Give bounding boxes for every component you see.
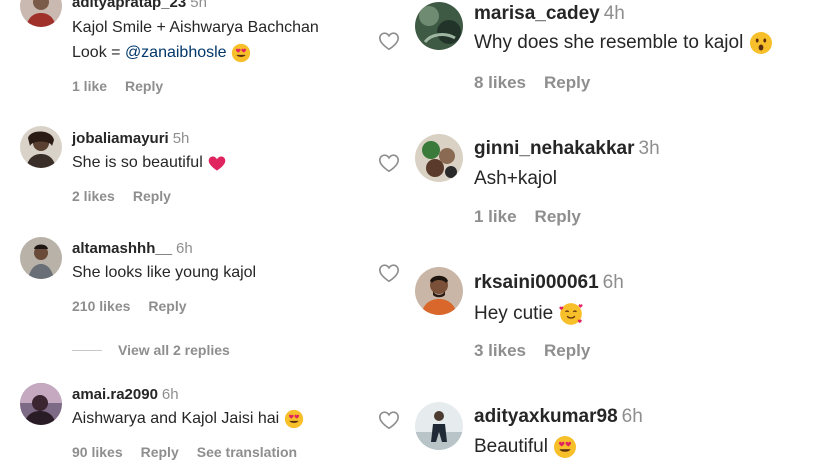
comment-header: adityapratap_23 5h — [72, 0, 207, 11]
comment-text-body: Aishwarya and Kajol Jaisi hai — [72, 410, 280, 428]
comment-text-body: She is so beautiful — [72, 154, 203, 172]
username[interactable]: amai.ra2090 — [72, 386, 158, 403]
view-replies-label[interactable]: View all 2 replies — [118, 342, 230, 358]
comment-meta: 1 like Reply — [474, 207, 599, 227]
avatar[interactable] — [20, 383, 62, 425]
timestamp[interactable]: 5h — [190, 0, 207, 11]
comment-header: amai.ra2090 6h — [72, 386, 179, 403]
heart-outline-icon[interactable] — [377, 30, 401, 52]
heart-eyes-emoji-icon — [284, 409, 304, 429]
reply-button[interactable]: Reply — [125, 78, 163, 94]
comment-meta: 2 likes Reply — [72, 188, 189, 204]
avatar[interactable] — [415, 2, 463, 50]
replies-divider — [72, 349, 102, 351]
mention-link[interactable]: @zanaibhosle — [125, 44, 227, 61]
timestamp[interactable]: 3h — [639, 138, 660, 159]
timestamp[interactable]: 6h — [162, 386, 179, 403]
avatar[interactable] — [415, 267, 463, 315]
avatar[interactable] — [20, 237, 62, 279]
username[interactable]: altamashhh__ — [72, 240, 172, 257]
comment-meta: 3 likes Reply — [474, 341, 608, 361]
astonished-emoji-icon — [749, 31, 773, 55]
avatar[interactable] — [415, 402, 463, 450]
like-count[interactable]: 2 likes — [72, 188, 115, 204]
see-translation-button[interactable]: See translation — [197, 444, 297, 460]
comment-header: adityaxkumar98 6h — [474, 406, 643, 428]
username[interactable]: rksaini000061 — [474, 272, 599, 293]
username[interactable]: adityaxkumar98 — [474, 406, 618, 427]
comment-text: Beautiful — [474, 435, 577, 459]
heart-eyes-emoji-icon — [553, 435, 577, 459]
comment-header: jobaliamayuri 5h — [72, 130, 189, 147]
like-count[interactable]: 90 likes — [72, 444, 123, 460]
comment-text-line2: Look = @zanaibhosle — [72, 43, 251, 63]
view-replies-button[interactable]: View all 2 replies — [72, 342, 230, 358]
comment-text-body: Beautiful — [474, 436, 548, 458]
comment-meta: 8 likes Reply — [474, 73, 608, 93]
comment-meta: 1 like Reply — [72, 78, 181, 94]
avatar[interactable] — [20, 0, 62, 27]
comment-text-body: Why does she resemble to kajol — [474, 32, 744, 54]
avatar[interactable] — [415, 134, 463, 182]
reply-button[interactable]: Reply — [535, 207, 581, 226]
reply-button[interactable]: Reply — [133, 188, 171, 204]
avatar[interactable] — [20, 126, 62, 168]
comment-text: Ash+kajol — [474, 168, 557, 189]
comment-text: She looks like young kajol — [72, 264, 257, 281]
comment-text: Why does she resemble to kajol — [474, 31, 773, 55]
username[interactable]: marisa_cadey — [474, 3, 600, 24]
comment-text: Aishwarya and Kajol Jaisi hai — [72, 409, 304, 429]
username[interactable]: jobaliamayuri — [72, 130, 169, 147]
reply-button[interactable]: Reply — [141, 444, 179, 460]
like-count[interactable]: 1 like — [72, 78, 107, 94]
comment-text-body: Hey cutie — [474, 303, 554, 325]
comment-text: Hey cutie — [474, 301, 584, 327]
heart-outline-icon[interactable] — [377, 152, 401, 174]
like-count[interactable]: 1 like — [474, 207, 517, 226]
comment-header: altamashhh__ 6h — [72, 240, 193, 257]
reply-button[interactable]: Reply — [148, 298, 186, 314]
username[interactable]: ginni_nehakakkar — [474, 138, 635, 159]
comment-text-prefix: Look = — [72, 44, 125, 62]
like-count[interactable]: 8 likes — [474, 73, 526, 92]
comment-header: marisa_cadey 4h — [474, 3, 625, 25]
smiling-face-with-hearts-emoji-icon — [558, 301, 584, 327]
heart-outline-icon[interactable] — [377, 262, 401, 284]
timestamp[interactable]: 6h — [176, 240, 193, 257]
timestamp[interactable]: 4h — [604, 3, 625, 24]
reply-button[interactable]: Reply — [544, 73, 590, 92]
timestamp[interactable]: 5h — [173, 130, 190, 147]
reply-button[interactable]: Reply — [544, 341, 590, 360]
timestamp[interactable]: 6h — [622, 406, 643, 427]
comment-header: ginni_nehakakkar 3h — [474, 138, 660, 160]
heart-eyes-emoji-icon — [231, 43, 251, 63]
like-count[interactable]: 210 likes — [72, 298, 130, 314]
username[interactable]: adityapratap_23 — [72, 0, 186, 11]
like-count[interactable]: 3 likes — [474, 341, 526, 360]
comment-meta: 210 likes Reply — [72, 298, 205, 314]
comment-text: She is so beautiful — [72, 153, 227, 173]
comment-text: Kajol Smile + Aishwarya Bachchan — [72, 19, 319, 36]
heart-outline-icon[interactable] — [377, 409, 401, 431]
comment-meta: 90 likes Reply See translation — [72, 444, 315, 460]
comment-header: rksaini000061 6h — [474, 272, 624, 294]
timestamp[interactable]: 6h — [603, 272, 624, 293]
red-heart-emoji-icon — [207, 153, 227, 173]
